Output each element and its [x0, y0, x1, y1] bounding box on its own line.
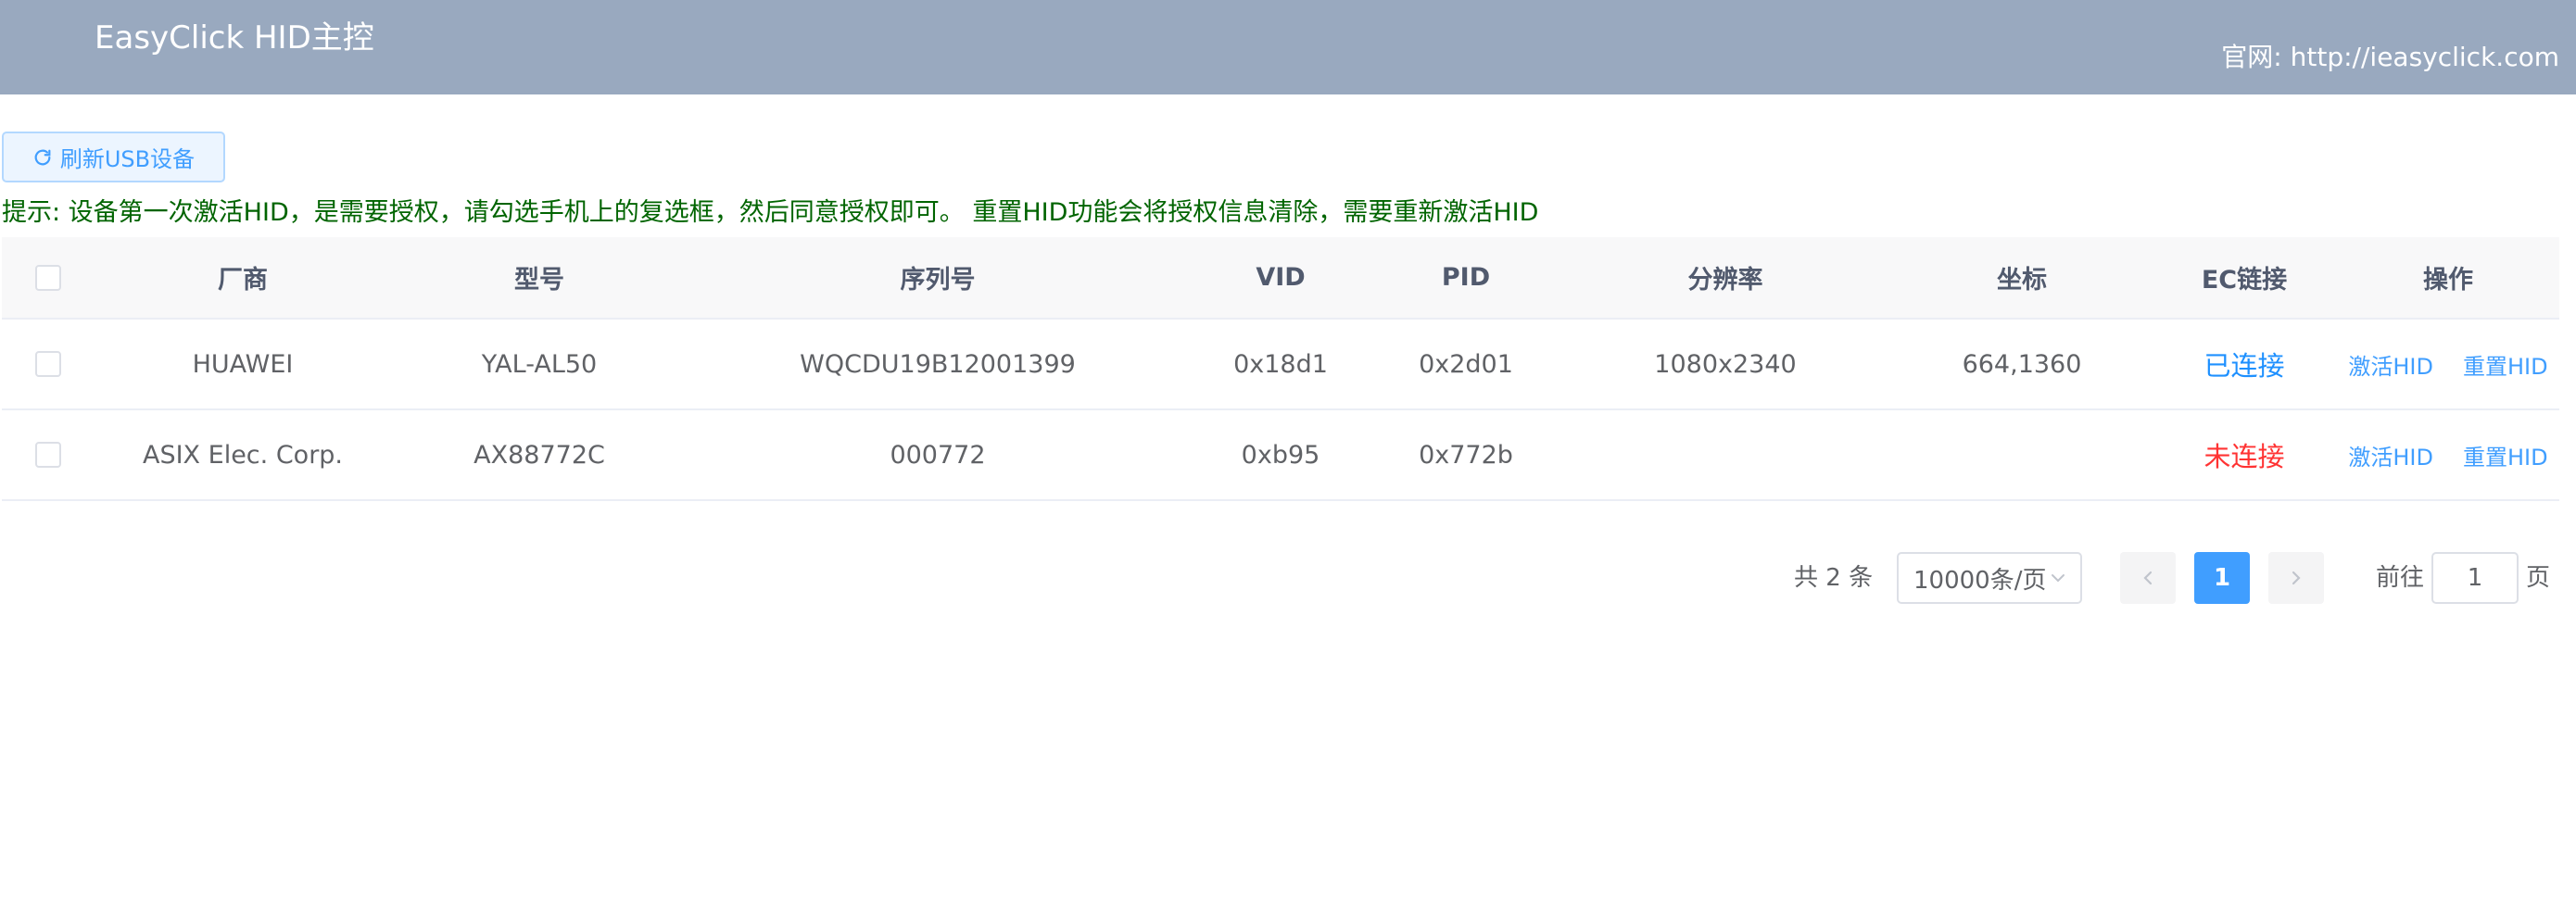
row-checkbox[interactable]: [35, 442, 61, 468]
row-select-cell: [2, 320, 95, 408]
cell-resolution: [1559, 410, 1892, 499]
select-all-checkbox[interactable]: [35, 264, 61, 291]
device-table: 厂商 型号 序列号 VID PID 分辨率 坐标 EC链接 操作 HUAWEI …: [2, 237, 2559, 501]
refresh-icon: [32, 147, 53, 168]
cell-actions: 激活HID 重置HID: [2337, 320, 2559, 408]
page-size-select[interactable]: 10000条/页: [1897, 552, 2082, 604]
cell-serial: 000772: [890, 440, 986, 470]
column-header-serial: 序列号: [900, 266, 976, 295]
cell-vendor: HUAWEI: [192, 349, 294, 379]
cell-model: AX88772C: [474, 440, 605, 470]
column-header-resolution: 分辨率: [1687, 266, 1763, 295]
total-count: 共 2 条: [1794, 564, 1874, 592]
refresh-usb-button[interactable]: 刷新USB设备: [2, 132, 225, 182]
next-page-button[interactable]: [2268, 552, 2324, 604]
table-row: ASIX Elec. Corp. AX88772C 000772 0xb95 0…: [2, 410, 2559, 501]
app-title: EasyClick HID主控: [95, 19, 374, 56]
row-select-cell: [2, 410, 95, 499]
prev-page-button[interactable]: [2120, 552, 2176, 604]
app-header: EasyClick HID主控 官网: http://ieasyclick.co…: [0, 0, 2576, 94]
page-number-current[interactable]: 1: [2194, 552, 2250, 604]
cell-coord: 664,1360: [1962, 349, 2082, 379]
header-select-all-cell: [2, 237, 95, 318]
cell-serial: WQCDU19B12001399: [800, 349, 1076, 379]
refresh-usb-label: 刷新USB设备: [59, 146, 196, 172]
table-header-row: 厂商 型号 序列号 VID PID 分辨率 坐标 EC链接 操作: [2, 237, 2559, 320]
hint-text: 提示: 设备第一次激活HID，是需要授权，请勾选手机上的复选框，然后同意授权即可…: [2, 198, 1539, 227]
column-header-vendor: 厂商: [218, 266, 268, 295]
cell-vendor: ASIX Elec. Corp.: [142, 440, 344, 470]
activate-hid-link[interactable]: 激活HID: [2348, 348, 2433, 381]
activate-hid-link[interactable]: 激活HID: [2348, 439, 2433, 471]
official-site-link[interactable]: 官网: http://ieasyclick.com: [2221, 39, 2559, 76]
cell-pid: 0x772b: [1419, 440, 1513, 470]
goto-label: 前往: [2376, 564, 2425, 592]
cell-vid: 0xb95: [1241, 440, 1320, 470]
reset-hid-link[interactable]: 重置HID: [2463, 348, 2548, 381]
ec-status-connected: 已连接: [2203, 350, 2285, 382]
column-header-actions: 操作: [2423, 266, 2473, 295]
chevron-right-icon: [2292, 571, 2301, 585]
chevron-left-icon: [2143, 571, 2153, 585]
goto-page-input[interactable]: [2431, 552, 2519, 604]
column-header-coord: 坐标: [1997, 266, 2047, 295]
column-header-ec-link: EC链接: [2201, 266, 2288, 295]
table-row: HUAWEI YAL-AL50 WQCDU19B12001399 0x18d1 …: [2, 320, 2559, 410]
cell-model: YAL-AL50: [481, 349, 598, 379]
page-size-value: 10000条/页: [1913, 566, 2047, 595]
column-header-model: 型号: [514, 266, 564, 295]
column-header-pid: PID: [1441, 263, 1491, 292]
reset-hid-link[interactable]: 重置HID: [2463, 439, 2548, 471]
ec-status-disconnected: 未连接: [2203, 441, 2285, 472]
cell-pid: 0x2d01: [1419, 349, 1513, 379]
column-header-vid: VID: [1256, 263, 1306, 292]
cell-coord: [1892, 410, 2152, 499]
page-unit-label: 页: [2526, 564, 2551, 592]
chevron-down-icon: [2052, 574, 2065, 583]
row-checkbox[interactable]: [35, 351, 61, 377]
cell-actions: 激活HID 重置HID: [2337, 410, 2559, 499]
cell-resolution: 1080x2340: [1654, 349, 1797, 379]
cell-vid: 0x18d1: [1233, 349, 1328, 379]
